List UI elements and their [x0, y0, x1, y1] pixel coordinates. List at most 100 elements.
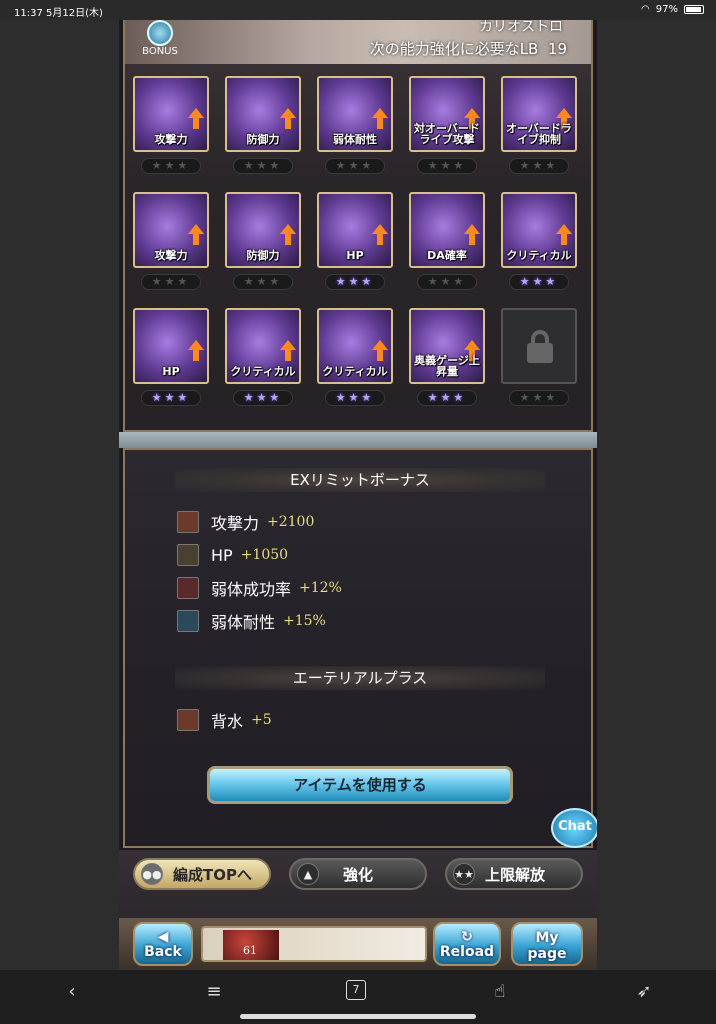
ex-bonus-title: EXリミットボーナス: [175, 468, 545, 492]
limit-bonus-tile[interactable]: 攻撃力: [133, 192, 209, 268]
tab-uncap[interactable]: ★★ 上限解放: [445, 858, 583, 890]
limit-bonus-tile[interactable]: クリティカル: [225, 308, 301, 384]
up-arrow-icon: [188, 340, 204, 362]
up-arrow-icon: [188, 108, 204, 130]
limit-bonus-cell[interactable]: 攻撃力 ★★★: [133, 192, 209, 292]
star-rating: ★★★: [509, 274, 569, 290]
status-right: ◠ 97%: [641, 4, 704, 15]
limit-bonus-tile[interactable]: 弱体耐性: [317, 76, 393, 152]
rocket-icon[interactable]: ➶: [632, 980, 656, 1004]
limit-bonus-cell[interactable]: 攻撃力 ★★★: [133, 76, 209, 176]
star-rating: ★★★: [417, 158, 477, 174]
limit-bonus-cell[interactable]: HP ★★★: [317, 192, 393, 292]
use-item-button[interactable]: アイテムを使用する: [207, 766, 513, 804]
resist-icon: [177, 610, 199, 632]
stat-row: 攻撃力 +2100: [177, 510, 314, 534]
star-rating: ★★★: [141, 390, 201, 406]
limit-bonus-tile[interactable]: HP: [317, 192, 393, 268]
stars-icon: ★★: [453, 863, 475, 885]
tabs-count-icon[interactable]: 7: [346, 980, 366, 1000]
stat-value: +15%: [283, 613, 326, 629]
limit-bonus-cell[interactable]: 防御力 ★★★: [225, 76, 301, 176]
star-rating: ★★★: [417, 390, 477, 406]
tile-label: DA確率: [427, 249, 467, 263]
tile-label: 攻撃力: [154, 133, 188, 147]
sword-icon: [177, 709, 199, 731]
tile-label: クリティカル: [322, 365, 388, 379]
party-icon: ●●: [141, 863, 163, 885]
limit-bonus-tile[interactable]: オーバードライブ抑制: [501, 76, 577, 152]
left-margin: [0, 20, 119, 970]
reload-button[interactable]: ↻ Reload: [433, 922, 501, 966]
up-arrow-icon: [556, 224, 572, 246]
limit-bonus-tile[interactable]: 防御力: [225, 76, 301, 152]
limit-bonus-tile[interactable]: DA確率: [409, 192, 485, 268]
up-arrow-icon: [280, 340, 296, 362]
tab-bar: ●● 編成TOPへ ▲ 強化 ★★ 上限解放: [119, 850, 597, 920]
panel-separator: [119, 432, 597, 448]
star-rating: ★★★: [325, 390, 385, 406]
stat-row: 弱体耐性 +15%: [177, 609, 326, 633]
wifi-icon: ◠: [641, 4, 650, 15]
limit-bonus-cell[interactable]: 奥義ゲージ上昇量 ★★★: [409, 308, 485, 408]
up-arrow-icon: [464, 224, 480, 246]
back-chevron-icon[interactable]: ‹: [60, 980, 84, 1004]
tile-label: 対オーバードライブ攻撃: [414, 121, 480, 147]
star-rating: ★★★: [417, 274, 477, 290]
limit-bonus-tile[interactable]: 防御力: [225, 192, 301, 268]
stat-name: 弱体成功率: [211, 580, 292, 599]
home-indicator: [240, 1014, 476, 1019]
up-arrow-icon: [280, 108, 296, 130]
limit-bonus-cell[interactable]: クリティカル ★★★: [225, 308, 301, 408]
stat-name: 弱体耐性: [211, 613, 276, 632]
limit-bonus-tile[interactable]: [501, 308, 577, 384]
menu-icon[interactable]: ≡: [202, 980, 226, 1004]
limit-bonus-cell[interactable]: 対オーバードライブ攻撃 ★★★: [409, 76, 485, 176]
bonus-badge[interactable]: BONUS: [137, 20, 183, 58]
back-button[interactable]: ◀ Back: [133, 922, 193, 966]
limit-bonus-cell[interactable]: 防御力 ★★★: [225, 192, 301, 292]
right-margin: [597, 20, 716, 970]
limit-bonus-tile[interactable]: クリティカル: [501, 192, 577, 268]
mypage-button[interactable]: My page: [511, 922, 583, 966]
limit-bonus-tile[interactable]: HP: [133, 308, 209, 384]
limit-bonus-tile[interactable]: クリティカル: [317, 308, 393, 384]
limit-bonus-cell[interactable]: 弱体耐性 ★★★: [317, 76, 393, 176]
limit-bonus-tile[interactable]: 攻撃力: [133, 76, 209, 152]
tab-formation-top[interactable]: ●● 編成TOPへ: [133, 858, 271, 890]
back-arrow-icon: ◀: [157, 929, 169, 945]
chat-button[interactable]: Chat: [551, 808, 597, 848]
quest-banner[interactable]: 61: [201, 926, 427, 962]
limit-bonus-panel: BONUS カリオストロ 次の能力強化に必要なLB 19 攻撃力 ★★★ 防御力 ★★…: [123, 20, 593, 432]
star-rating: ★★★: [233, 274, 293, 290]
limit-bonus-tile[interactable]: 奥義ゲージ上昇量: [409, 308, 485, 384]
banner-level: 61: [243, 944, 257, 957]
up-arrow-icon: [372, 224, 388, 246]
limit-bonus-cell[interactable]: HP ★★★: [133, 308, 209, 408]
up-arrow-icon: [188, 224, 204, 246]
star-rating: ★★★: [509, 390, 569, 406]
game-viewport: BONUS カリオストロ 次の能力強化に必要なLB 19 攻撃力 ★★★ 防御力 ★★…: [119, 20, 597, 970]
limit-bonus-cell[interactable]: オーバードライブ抑制 ★★★: [501, 76, 577, 176]
tab-enhance[interactable]: ▲ 強化: [289, 858, 427, 890]
tile-label: 弱体耐性: [333, 133, 377, 147]
limit-bonus-cell[interactable]: クリティカル ★★★: [317, 308, 393, 408]
stat-name: HP: [211, 545, 233, 565]
tile-label: クリティカル: [506, 249, 572, 263]
debuff-icon: [177, 577, 199, 599]
bonus-label: BONUS: [142, 46, 178, 57]
star-rating: ★★★: [325, 274, 385, 290]
star-rating: ★★★: [325, 158, 385, 174]
character-name: カリオストロ: [479, 20, 563, 35]
limit-bonus-cell[interactable]: クリティカル ★★★: [501, 192, 577, 292]
sword-icon: [177, 511, 199, 533]
limit-bonus-cell[interactable]: DA確率 ★★★: [409, 192, 485, 292]
limit-bonus-cell[interactable]: ★★★: [501, 308, 577, 408]
star-rating: ★★★: [509, 158, 569, 174]
star-rating: ★★★: [233, 390, 293, 406]
gesture-icon[interactable]: ☝: [488, 980, 512, 1004]
limit-bonus-tile[interactable]: 対オーバードライブ攻撃: [409, 76, 485, 152]
tile-label: オーバードライブ抑制: [506, 121, 572, 147]
stat-name: 攻撃力: [211, 514, 260, 533]
status-bar: 11:37 5月12日(木) ◠ 97%: [0, 0, 716, 20]
